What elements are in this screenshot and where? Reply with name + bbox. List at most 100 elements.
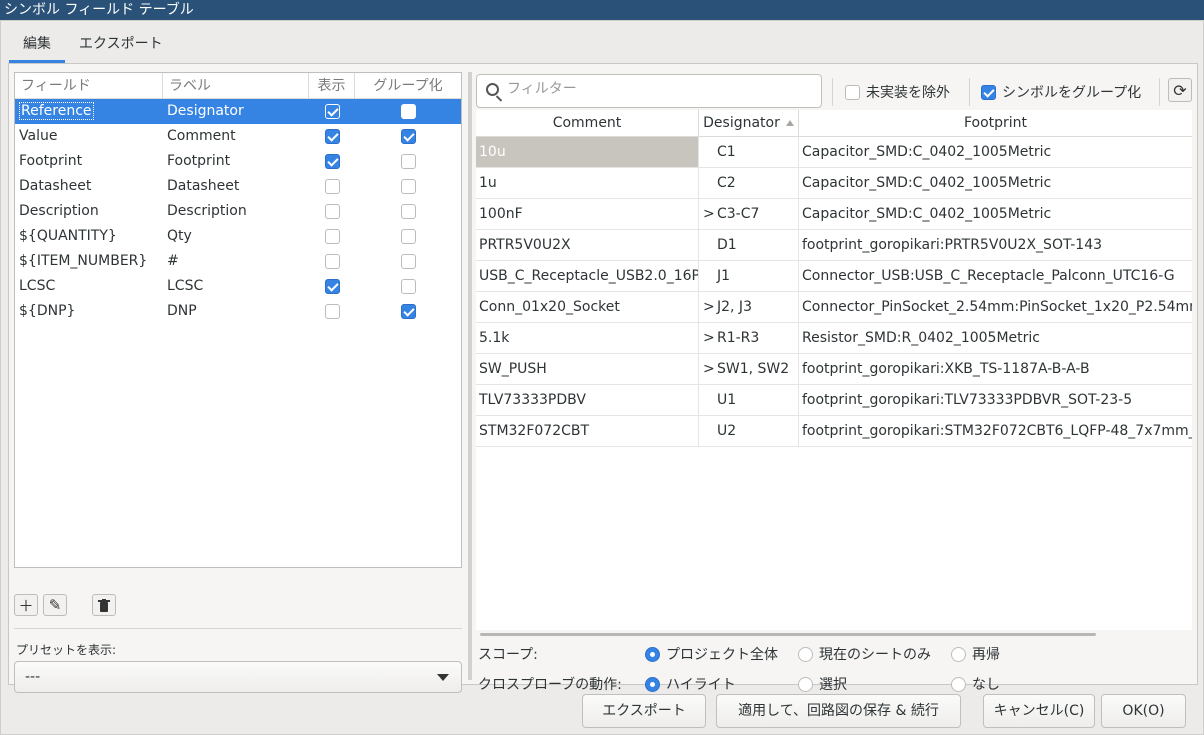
field-row[interactable]: ${QUANTITY} Qty (15, 224, 461, 249)
group-by-checkbox[interactable] (400, 304, 416, 319)
field-row[interactable]: Footprint Footprint (15, 149, 461, 174)
splitter-handle[interactable] (468, 72, 472, 680)
show-checkbox[interactable] (324, 129, 340, 144)
column-designator[interactable]: Designator (699, 110, 799, 136)
export-button[interactable]: エクスポート (582, 694, 706, 728)
grid-row[interactable]: PRTR5V0U2X D1 footprint_goropikari:PRTR5V0… (476, 230, 1192, 261)
field-label[interactable]: Designator (163, 99, 309, 124)
show-checkbox[interactable] (324, 304, 340, 319)
comment-cell[interactable]: 5.1k (476, 323, 699, 353)
column-footprint[interactable]: Footprint (799, 110, 1192, 136)
add-field-button[interactable]: ＋ (14, 594, 38, 616)
show-checkbox[interactable] (324, 279, 340, 294)
group-symbols-box[interactable] (981, 84, 996, 100)
cancel-button[interactable]: キャンセル(C) (983, 694, 1095, 728)
group-by-checkbox[interactable] (400, 254, 416, 269)
comment-cell[interactable]: 1u (476, 168, 699, 198)
comment-cell[interactable]: TLV73333PDBV (476, 385, 699, 415)
footprint-cell[interactable]: footprint_goropikari:TLV73333PDBVR_SOT-2… (799, 385, 1192, 415)
crossprobe-option-none[interactable]: なし (951, 674, 1000, 694)
designator-cell[interactable]: > R1-R3 (699, 323, 799, 353)
field-name[interactable]: LCSC (15, 274, 163, 299)
field-row[interactable]: Datasheet Datasheet (15, 174, 461, 199)
grid-row[interactable]: TLV73333PDBV U1 footprint_goropikari:TLV73… (476, 385, 1192, 416)
radio-indicator[interactable] (798, 676, 813, 692)
field-row[interactable]: ${ITEM_NUMBER} # (15, 249, 461, 274)
radio-indicator[interactable] (951, 676, 966, 692)
field-label[interactable]: # (163, 249, 309, 274)
footprint-cell[interactable]: Resistor_SMD:R_0402_1005Metric (799, 323, 1192, 353)
field-label[interactable]: Datasheet (163, 174, 309, 199)
radio-indicator[interactable] (951, 646, 966, 662)
field-name[interactable]: ${DNP} (15, 299, 163, 324)
field-name[interactable]: ${QUANTITY} (15, 224, 163, 249)
show-checkbox[interactable] (324, 179, 340, 194)
field-name[interactable]: Value (15, 124, 163, 149)
comment-cell[interactable]: 100nF (476, 199, 699, 229)
tab-edit[interactable]: 編集 (9, 29, 65, 63)
field-name[interactable]: Datasheet (15, 174, 163, 199)
symbols-grid[interactable]: Comment Designator Footprint 10u C1 Capaci… (476, 110, 1192, 630)
designator-cell[interactable]: C1 (699, 137, 799, 167)
group-symbols-checkbox[interactable]: シンボルをグループ化 (981, 82, 1141, 102)
group-by-checkbox[interactable] (400, 104, 416, 119)
header-label[interactable]: ラベル (163, 73, 309, 98)
field-label[interactable]: Comment (163, 124, 309, 149)
header-group[interactable]: グループ化 (355, 73, 461, 98)
field-label[interactable]: Qty (163, 224, 309, 249)
filter-box[interactable] (476, 74, 822, 108)
show-checkbox[interactable] (324, 154, 340, 169)
apply-save-continue-button[interactable]: 適用して、回路図の保存 & 続行 (716, 694, 961, 728)
field-row[interactable]: Description Description (15, 199, 461, 224)
field-label[interactable]: Footprint (163, 149, 309, 174)
tab-export[interactable]: エクスポート (65, 29, 177, 63)
show-checkbox[interactable] (324, 204, 340, 219)
horizontal-scrollbar[interactable] (480, 633, 1096, 636)
comment-cell[interactable]: PRTR5V0U2X (476, 230, 699, 260)
designator-cell[interactable]: C2 (699, 168, 799, 198)
footprint-cell[interactable]: footprint_goropikari:PRTR5V0U2X_SOT-143 (799, 230, 1192, 260)
show-checkbox[interactable] (324, 104, 340, 119)
field-label[interactable]: DNP (163, 299, 309, 324)
footprint-cell[interactable]: footprint_goropikari:XKB_TS-1187A-B-A-B (799, 354, 1192, 384)
field-name[interactable]: ${ITEM_NUMBER} (15, 249, 163, 274)
footprint-cell[interactable]: Connector_PinSocket_2.54mm:PinSocket_1x2… (799, 292, 1192, 322)
designator-cell[interactable]: > SW1, SW2 (699, 354, 799, 384)
exclude-dnp-box[interactable] (845, 84, 860, 100)
header-field[interactable]: フィールド (15, 73, 163, 98)
expand-group-toggle[interactable]: > (703, 323, 717, 353)
expand-group-toggle[interactable]: > (703, 199, 717, 229)
grid-row[interactable]: 5.1k > R1-R3 Resistor_SMD:R_0402_1005Metric (476, 323, 1192, 354)
designator-cell[interactable]: J1 (699, 261, 799, 291)
grid-row[interactable]: 100nF > C3-C7 Capacitor_SMD:C_0402_1005Metr… (476, 199, 1192, 230)
field-row[interactable]: Reference Designator (15, 99, 461, 124)
designator-cell[interactable]: U2 (699, 416, 799, 446)
refresh-button[interactable]: ⟳ (1168, 78, 1192, 102)
designator-cell[interactable]: U1 (699, 385, 799, 415)
comment-cell[interactable]: USB_C_Receptacle_USB2.0_16P (476, 261, 699, 291)
filter-input[interactable] (507, 81, 807, 97)
comment-cell[interactable]: SW_PUSH (476, 354, 699, 384)
grid-row[interactable]: 1u C2 Capacitor_SMD:C_0402_1005Metric (476, 168, 1192, 199)
field-label[interactable]: LCSC (163, 274, 309, 299)
show-checkbox[interactable] (324, 254, 340, 269)
designator-cell[interactable]: > C3-C7 (699, 199, 799, 229)
field-name[interactable]: Footprint (15, 149, 163, 174)
scope-option-project[interactable]: プロジェクト全体 (645, 644, 778, 664)
show-checkbox[interactable] (324, 229, 340, 244)
radio-indicator[interactable] (798, 646, 813, 662)
field-label[interactable]: Description (163, 199, 309, 224)
group-by-checkbox[interactable] (400, 229, 416, 244)
group-by-checkbox[interactable] (400, 129, 416, 144)
field-row[interactable]: ${DNP} DNP (15, 299, 461, 324)
group-by-checkbox[interactable] (400, 179, 416, 194)
footprint-cell[interactable]: Capacitor_SMD:C_0402_1005Metric (799, 199, 1192, 229)
comment-cell[interactable]: Conn_01x20_Socket (476, 292, 699, 322)
header-show[interactable]: 表示 (309, 73, 355, 98)
field-row[interactable]: LCSC LCSC (15, 274, 461, 299)
field-name[interactable]: Description (15, 199, 163, 224)
radio-indicator[interactable] (645, 646, 660, 662)
delete-field-button[interactable] (92, 594, 116, 616)
ok-button[interactable]: OK(O) (1101, 694, 1186, 728)
group-by-checkbox[interactable] (400, 279, 416, 294)
